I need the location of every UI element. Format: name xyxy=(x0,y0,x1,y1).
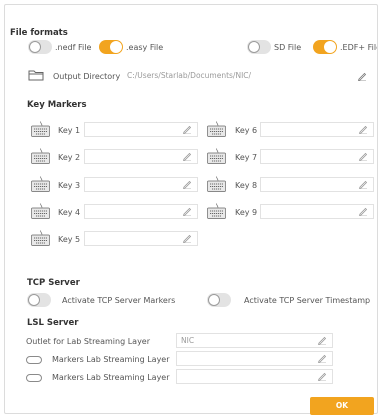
pencil-icon[interactable] xyxy=(358,206,368,216)
keyboard-icon xyxy=(31,203,50,219)
key-7-input[interactable] xyxy=(260,149,374,164)
keyboard-icon xyxy=(31,230,50,246)
key-6-label: Key 6 xyxy=(235,126,258,135)
key-2-input[interactable] xyxy=(84,149,198,164)
lsl-outlet-label: Outlet for Lab Streaming Layer xyxy=(26,337,151,346)
key-9-input[interactable] xyxy=(260,204,374,219)
output-directory-label: Output Directory xyxy=(53,72,121,81)
lsl-markers-toggle-1[interactable] xyxy=(26,356,42,364)
lsl-markers-label-1: Markers Lab Streaming Layer xyxy=(52,355,170,364)
key-1-label: Key 1 xyxy=(58,126,81,135)
lsl-markers-toggle-2[interactable] xyxy=(26,374,42,382)
pencil-icon[interactable] xyxy=(358,151,368,161)
edf-file-label: .EDF+ File xyxy=(340,43,377,52)
key-5-input[interactable] xyxy=(84,231,198,246)
key-3-input[interactable] xyxy=(84,177,198,192)
keyboard-icon xyxy=(31,176,50,192)
pencil-icon[interactable] xyxy=(317,371,327,381)
nedf-file-toggle[interactable] xyxy=(28,40,52,54)
file-formats-title: File formats xyxy=(10,28,68,38)
tcp-timestamp-toggle[interactable] xyxy=(207,293,231,307)
sd-file-label: SD File xyxy=(274,43,302,52)
output-directory-input[interactable]: C:/Users/Starlab/Documents/NIC/ xyxy=(122,68,372,83)
key-markers-title: Key Markers xyxy=(27,100,87,110)
easy-file-toggle[interactable] xyxy=(99,40,123,54)
key-6-input[interactable] xyxy=(260,122,374,137)
pencil-icon[interactable] xyxy=(182,233,192,243)
keyboard-icon xyxy=(31,121,50,137)
key-3-label: Key 3 xyxy=(58,181,81,190)
lsl-server-title: LSL Server xyxy=(27,318,79,328)
pencil-icon[interactable] xyxy=(357,71,367,81)
pencil-icon[interactable] xyxy=(317,353,327,363)
key-8-input[interactable] xyxy=(260,177,374,192)
pencil-icon[interactable] xyxy=(182,179,192,189)
keyboard-icon xyxy=(207,121,226,137)
easy-file-label: .easy File xyxy=(126,43,164,52)
pencil-icon[interactable] xyxy=(358,124,368,134)
tcp-markers-label: Activate TCP Server Markers xyxy=(62,296,175,305)
ok-button[interactable]: OK xyxy=(310,397,374,415)
sd-file-toggle[interactable] xyxy=(247,40,271,54)
pencil-icon[interactable] xyxy=(182,206,192,216)
pencil-icon[interactable] xyxy=(182,124,192,134)
folder-icon[interactable] xyxy=(28,69,44,81)
key-7-label: Key 7 xyxy=(235,153,258,162)
key-1-input[interactable] xyxy=(84,122,198,137)
key-4-label: Key 4 xyxy=(58,208,81,217)
lsl-markers-input-1[interactable] xyxy=(176,351,333,366)
key-4-input[interactable] xyxy=(84,204,198,219)
lsl-markers-input-2[interactable] xyxy=(176,369,333,384)
tcp-server-title: TCP Server xyxy=(27,278,80,288)
tcp-timestamp-label: Activate TCP Server Timestamp xyxy=(244,296,371,305)
key-2-label: Key 2 xyxy=(58,153,81,162)
pencil-icon[interactable] xyxy=(182,151,192,161)
keyboard-icon xyxy=(31,148,50,164)
keyboard-icon xyxy=(207,148,226,164)
tcp-markers-toggle[interactable] xyxy=(27,293,51,307)
key-9-label: Key 9 xyxy=(235,208,258,217)
lsl-markers-label-2: Markers Lab Streaming Layer xyxy=(52,373,170,382)
pencil-icon[interactable] xyxy=(317,335,327,345)
edf-file-toggle[interactable] xyxy=(313,40,337,54)
pencil-icon[interactable] xyxy=(358,179,368,189)
lsl-outlet-input[interactable]: NIC xyxy=(176,333,333,348)
key-8-label: Key 8 xyxy=(235,181,258,190)
keyboard-icon xyxy=(207,203,226,219)
key-5-label: Key 5 xyxy=(58,235,81,244)
keyboard-icon xyxy=(207,176,226,192)
